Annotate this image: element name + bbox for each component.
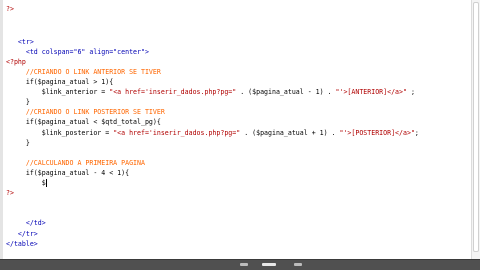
code-token: . ($pagina_atual - 1) . — [236, 88, 336, 96]
horizontal-scroll-thumb[interactable] — [262, 263, 276, 266]
code-line[interactable]: $link_anterior = "<a href='inserir_dados… — [6, 87, 415, 97]
code-token: if($pagina_atual - 4 < 1){ — [6, 169, 130, 177]
code-token: <?php — [6, 58, 26, 66]
code-line[interactable]: </table> — [6, 239, 38, 249]
code-line[interactable]: if($pagina_atual > 1){ — [6, 77, 113, 87]
code-line[interactable]: $link_posterior = "<a href='inserir_dado… — [6, 128, 419, 138]
code-token: } — [6, 139, 30, 147]
code-line[interactable]: if($pagina_atual - 4 < 1){ — [6, 168, 129, 178]
code-line[interactable]: } — [6, 138, 30, 148]
code-token: ; — [414, 129, 419, 137]
code-token: //CRIANDO O LINK ANTERIOR SE TIVER — [6, 68, 161, 76]
code-line[interactable]: $ — [6, 178, 47, 188]
code-token: "<a href='inserir_dados.php?pg=" — [113, 129, 241, 137]
code-token: </table> — [6, 240, 38, 248]
text-cursor — [45, 179, 47, 187]
code-line[interactable]: ?> — [6, 188, 14, 198]
code-line[interactable]: //CRIANDO O LINK ANTERIOR SE TIVER — [6, 67, 161, 77]
code-line[interactable]: <?php — [6, 57, 26, 67]
code-token: if($pagina_atual > 1){ — [6, 78, 114, 86]
code-line[interactable]: <tr> — [6, 37, 34, 47]
code-token: if($pagina_atual < $qtd_total_pg){ — [6, 118, 161, 126]
code-token: $link_posterior = — [6, 129, 114, 137]
code-line[interactable]: <td colspan="6" align="center"> — [6, 47, 149, 57]
code-line[interactable]: //CRIANDO O LINK POSTERIOR SE TIVER — [6, 107, 165, 117]
code-token: "'>[POSTERIOR]</a>" — [339, 129, 415, 137]
scroll-marker — [240, 263, 248, 266]
code-token: <tr> — [6, 38, 34, 46]
vertical-scroll-thumb[interactable] — [473, 2, 479, 252]
code-token: . ($pagina_atual + 1) . — [240, 129, 340, 137]
editor-gutter — [0, 0, 3, 260]
scroll-marker — [294, 263, 302, 266]
code-token: "<a href='inserir_dados.php?pg=" — [109, 88, 237, 96]
code-line[interactable]: </tr> — [6, 229, 38, 239]
code-editor[interactable]: ?> <tr> <td colspan="6" align="center"> <… — [0, 0, 472, 260]
code-token: //CRIANDO O LINK POSTERIOR SE TIVER — [6, 108, 165, 116]
code-token: ?> — [6, 5, 14, 13]
code-line[interactable]: </td> — [6, 218, 46, 228]
code-token: "'>[ANTERIOR]</a>" — [335, 88, 407, 96]
code-token: ; — [406, 88, 415, 96]
code-token: </td> — [6, 219, 46, 227]
code-token: <td colspan="6" align="center"> — [6, 48, 149, 56]
code-token: ?> — [6, 189, 14, 197]
code-line[interactable]: if($pagina_atual < $qtd_total_pg){ — [6, 117, 161, 127]
code-line[interactable]: //CALCULANDO A PRIMEIRA PAGINA — [6, 158, 145, 168]
code-line[interactable]: } — [6, 97, 30, 107]
vertical-scrollbar[interactable] — [471, 0, 480, 260]
horizontal-scrollbar[interactable] — [0, 259, 480, 270]
code-token: } — [6, 98, 30, 106]
code-token: </tr> — [6, 230, 38, 238]
code-token: $ — [6, 179, 46, 187]
code-line[interactable]: ?> — [6, 4, 14, 14]
code-token: $link_anterior = — [6, 88, 110, 96]
code-token: //CALCULANDO A PRIMEIRA PAGINA — [6, 159, 145, 167]
